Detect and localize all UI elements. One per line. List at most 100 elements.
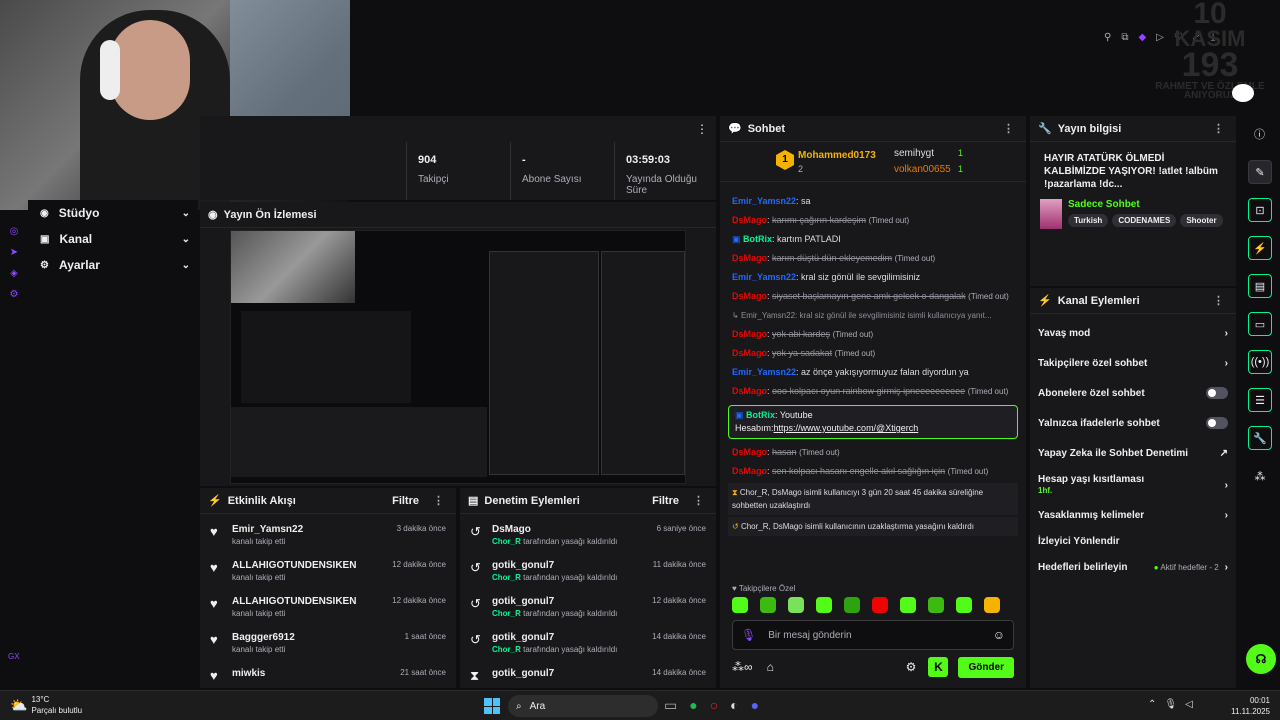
list-item[interactable]: ⧗ gotik_gonul7 14 dakika önce — [460, 664, 716, 684]
chat-message[interactable]: ▣ BotRix: kartım PATLADI — [720, 230, 1026, 249]
moderation-filter-button[interactable]: Filtre — [652, 495, 679, 507]
send-icon[interactable]: ➤ — [10, 247, 18, 258]
chat-user[interactable]: BotRix — [743, 234, 772, 244]
pin-icon[interactable]: ⚲ — [1104, 32, 1111, 46]
kick-logo-icon[interactable]: K — [928, 657, 949, 677]
chat-message[interactable]: DsMago: ooo kolpacı oyun rainbow girmiş … — [720, 382, 1026, 401]
target-icon[interactable]: ⊡ — [1248, 198, 1272, 222]
discord-icon[interactable]: ● — [751, 697, 759, 714]
leader-name[interactable]: volkan00655 — [894, 164, 951, 175]
list-item[interactable]: ↺ gotik_gonul7 Chor_R tarafından yasağı ka… — [460, 628, 716, 664]
nav-item-studio[interactable]: ◉ Stüdyo ⌄ — [28, 200, 198, 226]
taskbar-search[interactable]: ⌕ Ara — [508, 695, 658, 717]
clock[interactable]: 00:01 11.11.2025 — [1226, 695, 1270, 717]
explorer-icon[interactable]: ▭ — [664, 697, 677, 714]
category-name[interactable]: Sadece Sohbet — [1068, 199, 1223, 210]
kebab-icon[interactable]: ⋮ — [1209, 122, 1228, 135]
kebab-icon[interactable]: ⋮ — [429, 494, 448, 507]
store-icon[interactable]: ⌂ — [767, 660, 906, 674]
chat-message[interactable]: DsMago: siyaset başlamayın gene amk gelc… — [720, 287, 1026, 306]
action-banned-words[interactable]: Yasaklanmış kelimeler › — [1030, 502, 1236, 528]
chat-user[interactable]: Emir_Yamsn22 — [732, 272, 796, 282]
action-subs-only[interactable]: Abonelere özel sohbet — [1030, 378, 1236, 408]
clipboard-icon[interactable]: ▤ — [1248, 274, 1272, 298]
emote[interactable] — [956, 597, 972, 613]
nav-item-settings[interactable]: ⚙ Ayarlar ⌄ — [28, 252, 198, 278]
chat-message[interactable]: DsMago: sen kolpacı hasanı engelle akıl … — [720, 462, 1026, 481]
subs-only-toggle[interactable] — [1206, 387, 1228, 399]
chat-message[interactable]: DsMago: yok ya sadakat (Timed out) — [720, 344, 1026, 363]
chat-user[interactable]: DsMago — [732, 386, 767, 396]
action-followers-only[interactable]: Takipçilere özel sohbet › — [1030, 348, 1236, 378]
emoji-icon[interactable]: ☺ — [993, 628, 1005, 642]
chevron-up-icon[interactable]: ⌃ — [1148, 699, 1156, 710]
chat-user[interactable]: DsMago — [732, 348, 767, 358]
send-button[interactable]: Gönder — [958, 656, 1014, 678]
avatar[interactable] — [1232, 84, 1254, 102]
volume-icon[interactable]: ◁ — [1185, 699, 1193, 710]
support-button[interactable]: ☊ — [1246, 644, 1276, 674]
chat-user[interactable]: Emir_Yamsn22 — [732, 367, 796, 377]
chat-link[interactable]: https://www.youtube.com/@Xtigerch — [774, 423, 919, 433]
emote[interactable] — [732, 597, 748, 613]
layers-icon[interactable]: ◈ — [10, 268, 18, 279]
preview-video[interactable] — [230, 230, 686, 484]
stream-title[interactable]: HAYIR ATATÜRK ÖLMEDİ KALBİMİZDE YAŞIYOR!… — [1030, 142, 1236, 195]
tag-pill[interactable]: Turkish — [1068, 214, 1109, 227]
chat-bubble-icon[interactable]: ▭ — [1248, 312, 1272, 336]
tag-pill[interactable]: Shooter — [1180, 214, 1223, 227]
kebab-icon[interactable]: ⋮ — [1209, 294, 1228, 307]
action-raid[interactable]: İzleyici Yönlendir — [1030, 528, 1236, 554]
weather-widget[interactable]: ⛅ 13°C Parçalı bulutlu — [10, 694, 82, 716]
action-account-age[interactable]: Hesap yaşı kısıtlaması 1hf. › — [1030, 468, 1236, 502]
users-icon[interactable]: ⁂∞ — [732, 660, 753, 674]
kebab-icon[interactable]: ⋮ — [689, 494, 708, 507]
emote[interactable] — [844, 597, 860, 613]
chat-message[interactable]: DsMago: karım düştü dün ekleyemedim (Tim… — [720, 249, 1026, 268]
emote[interactable] — [928, 597, 944, 613]
mic-icon[interactable]: 🎙 — [741, 628, 756, 642]
chat-user[interactable]: DsMago — [732, 215, 767, 225]
chat-message[interactable]: DsMago: karımı çağırın kardeşim (Timed o… — [720, 211, 1026, 230]
nav-item-channel[interactable]: ▣ Kanal ⌄ — [28, 226, 198, 252]
chat-user[interactable]: BotRix — [746, 410, 775, 420]
highlighted-message[interactable]: ▣ BotRix: Youtube Hesabım:https://www.yo… — [728, 405, 1018, 439]
chat-message[interactable]: Emir_Yamsn22: kral siz gönül ile sevgili… — [720, 268, 1026, 287]
action-slow-mode[interactable]: Yavaş mod › — [1030, 318, 1236, 348]
emote[interactable] — [984, 597, 1000, 613]
list-item[interactable]: ↺ gotik_gonul7 Chor_R tarafından yasağı ka… — [460, 556, 716, 592]
list-item[interactable]: ♥ ALLAHIGOTUNDENSIKEN kanalı takip etti 12 … — [200, 592, 456, 628]
chat-message[interactable]: Emir_Yamsn22: sa — [720, 192, 1026, 211]
action-ai-moderation[interactable]: Yapay Zeka ile Sohbet Denetimi ↗ — [1030, 438, 1236, 468]
list-item[interactable]: ↺ gotik_gonul7 Chor_R tarafından yasağı ka… — [460, 592, 716, 628]
mic-icon[interactable]: 🎙 — [1164, 699, 1177, 710]
gear-icon[interactable]: ⚙ — [10, 289, 19, 300]
broadcast-icon[interactable]: ((•)) — [1248, 350, 1272, 374]
activity-filter-button[interactable]: Filtre — [392, 495, 419, 507]
emote[interactable] — [816, 597, 832, 613]
emote[interactable] — [760, 597, 776, 613]
list-item[interactable]: ↺ DsMago Chor_R tarafından yasağı kaldırıl… — [460, 520, 716, 556]
list-item[interactable]: ♥ Baggger6912 kanalı takip etti 1 saat önce — [200, 628, 456, 664]
info-icon[interactable]: ⓘ — [1254, 126, 1265, 142]
category-thumbnail[interactable] — [1040, 199, 1062, 229]
wrench-icon[interactable]: 🔧 — [1248, 426, 1272, 450]
list-item[interactable]: ♥ Emir_Yamsn22 kanalı takip etti 3 dakika ö… — [200, 520, 456, 556]
chat-user[interactable]: DsMago — [732, 466, 767, 476]
list-item[interactable]: ♥ miwkis 21 saat önce — [200, 664, 456, 684]
chat-user[interactable]: Emir_Yamsn22 — [732, 196, 796, 206]
chat-user[interactable]: DsMago — [732, 291, 767, 301]
spotify-icon[interactable]: ● — [689, 697, 697, 714]
chat-message[interactable]: DsMago: yok abi kardeş (Timed out) — [720, 325, 1026, 344]
start-icon[interactable] — [484, 698, 500, 714]
stats-menu-icon[interactable]: ⋮ — [696, 122, 708, 136]
chat-user[interactable]: DsMago — [732, 329, 767, 339]
gx-label[interactable]: GX — [8, 652, 20, 661]
opera-icon[interactable]: ○ — [710, 697, 718, 714]
emote[interactable] — [900, 597, 916, 613]
gear-icon[interactable]: ⚙ — [906, 660, 917, 674]
lightning-icon[interactable]: ⚡ — [1248, 236, 1272, 260]
chat-message[interactable]: Emir_Yamsn22: az önçe yakışıyormuyuz fal… — [720, 363, 1026, 382]
edit-icon[interactable]: ✎ — [1248, 160, 1272, 184]
kebab-icon[interactable]: ⋮ — [999, 122, 1018, 135]
